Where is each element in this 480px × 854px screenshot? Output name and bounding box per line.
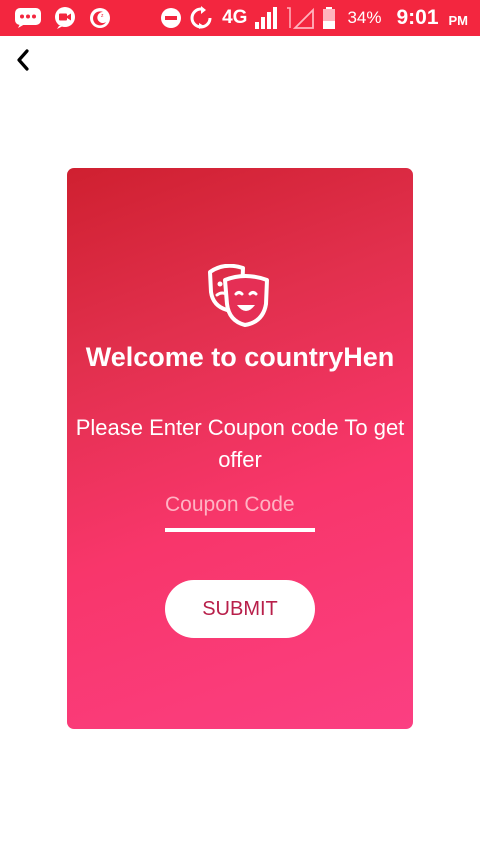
back-button[interactable] (10, 46, 38, 74)
coupon-code-input[interactable] (165, 488, 315, 532)
chevron-left-icon (17, 49, 29, 71)
battery-icon (322, 6, 336, 30)
sim-signal-empty-icon (285, 6, 315, 30)
sync-icon (189, 6, 213, 30)
network-type-label: 4G (222, 7, 248, 28)
clock-time: 9:01 (396, 6, 439, 29)
video-icon (53, 6, 77, 30)
do-not-disturb-icon (160, 7, 182, 29)
submit-button[interactable]: SUBMIT (165, 580, 315, 638)
theater-masks-icon (207, 263, 273, 328)
status-bar: z 4G 34% 9:01 PM (0, 0, 480, 36)
clock-am-pm: PM (448, 12, 469, 28)
status-bar-system: 4G 34% 9:01 PM (160, 0, 468, 36)
welcome-title: Welcome to countryHen (85, 342, 395, 372)
message-icon (14, 7, 42, 29)
status-bar-notifications: z (14, 6, 112, 30)
sleep-mode-icon: z (88, 6, 112, 30)
battery-percentage: 34% (347, 8, 382, 27)
coupon-card: Welcome to countryHen Please Enter Coupo… (67, 168, 413, 729)
offer-instructions: Please Enter Coupon code To get offer (75, 415, 405, 472)
signal-strength-icon (254, 6, 278, 30)
